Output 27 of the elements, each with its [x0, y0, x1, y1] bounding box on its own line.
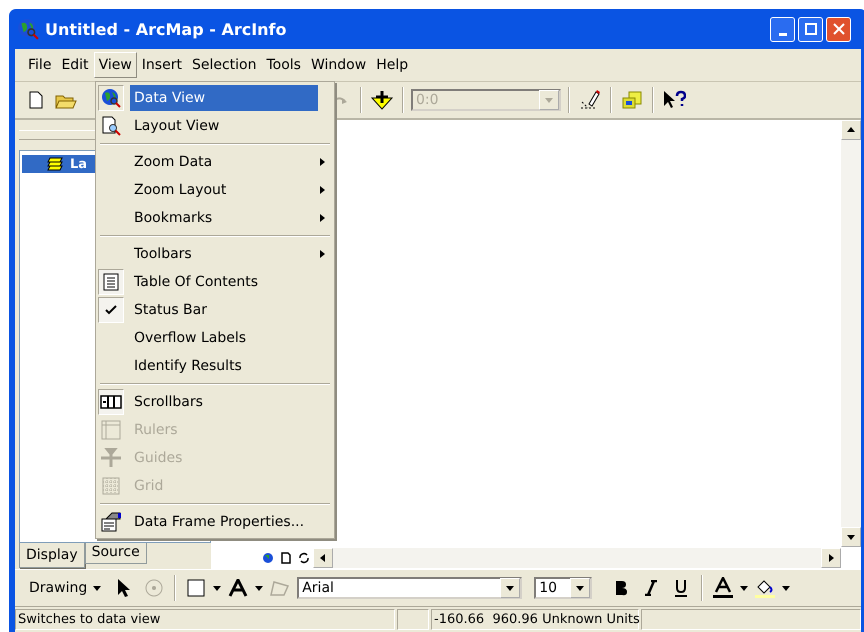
font-size-field[interactable]: 10	[534, 577, 592, 599]
menu-item[interactable]: Window	[306, 52, 372, 78]
menu-item[interactable]: Insert	[136, 52, 187, 78]
menu-item[interactable]: Selection	[186, 52, 262, 78]
menu-item[interactable]: Identify Results	[98, 352, 332, 380]
menu-item[interactable]: Edit	[56, 52, 94, 78]
menu-item[interactable]: Status Bar	[98, 296, 332, 324]
tab[interactable]: Display	[19, 543, 85, 568]
menu-item[interactable]: Toolbars	[98, 240, 332, 268]
menu-item[interactable]: Scrollbars	[98, 388, 332, 416]
menu-item[interactable]: File	[23, 52, 56, 78]
coordinates-readout: -160.66 960.96 Unknown Units	[431, 609, 639, 630]
tab[interactable]: Source	[84, 543, 147, 564]
menu-item[interactable]: Table Of Contents	[98, 268, 332, 296]
menu-item[interactable]: Zoom Data	[98, 148, 332, 176]
menu-item[interactable]: Help	[371, 52, 414, 78]
menu-item[interactable]: View	[94, 52, 137, 78]
menu-item[interactable]: Tools	[261, 52, 306, 78]
status-message: Switches to data view	[15, 609, 395, 630]
menu-item[interactable]: Zoom Layout	[98, 176, 332, 204]
drawing-menu-button[interactable]: Drawing	[23, 578, 108, 598]
menu-item[interactable]: Layout View	[98, 112, 332, 140]
menu-item[interactable]: Bookmarks	[98, 204, 332, 232]
menu-item[interactable]: Overflow Labels	[98, 324, 332, 352]
window-title: Untitled - ArcMap - ArcInfo	[45, 20, 288, 38]
menu-item[interactable]: Data Frame Properties...	[98, 508, 332, 536]
font-field[interactable]: Arial	[297, 577, 522, 599]
